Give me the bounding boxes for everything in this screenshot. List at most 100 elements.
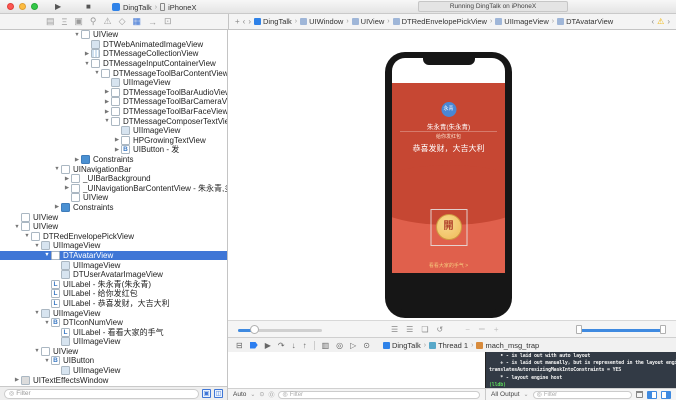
jumpbar-crumb[interactable]: DTRedEnvelopePickView (393, 17, 487, 26)
tree-row[interactable]: ▼ DTAvatarView (0, 251, 227, 261)
tree-row[interactable]: ▼ DTMessageComposerTextView (0, 116, 227, 126)
jumpbar-crumb[interactable]: UIImageView (495, 17, 548, 26)
disclosure-icon[interactable]: ▼ (33, 348, 41, 354)
open-envelope-button[interactable]: 開 (436, 214, 462, 240)
disclosure-icon[interactable]: ▼ (53, 166, 61, 172)
tree-row[interactable]: L UILabel - 恭喜发财，大吉大利 (0, 299, 227, 309)
info-icon[interactable]: ⊙ (259, 391, 264, 398)
issue-navigator-icon[interactable]: ⚠ (103, 16, 111, 27)
flag-icon[interactable]: ⓪ (268, 390, 274, 399)
source-control-navigator-icon[interactable]: Ξ (62, 17, 68, 27)
disclosure-icon[interactable]: ▼ (43, 320, 51, 326)
zoom-window-button[interactable] (31, 3, 38, 10)
simulate-location-icon[interactable]: ▷ (350, 341, 356, 350)
tree-row[interactable]: ▼ DTRedEnvelopePickView (0, 231, 227, 241)
view-spacing-slider-thumb[interactable] (250, 325, 259, 334)
close-window-button[interactable] (7, 3, 14, 10)
step-into-icon[interactable]: ↓ (292, 341, 296, 350)
minimize-window-button[interactable] (19, 3, 26, 10)
step-over-icon[interactable]: ↷ (278, 341, 285, 350)
view-mode-icon[interactable]: ❏ (421, 325, 428, 334)
disclosure-icon[interactable]: ▼ (73, 32, 81, 38)
disclosure-icon[interactable]: ▶ (63, 185, 71, 191)
tree-row[interactable]: ▶ DTMessageToolBarFaceView (0, 107, 227, 117)
disclosure-icon[interactable]: ▼ (33, 310, 41, 316)
tree-row[interactable]: L UILabel - 看看大家的手气 (0, 327, 227, 337)
tree-row[interactable]: UIImageView (0, 126, 227, 136)
disclosure-icon[interactable]: ▼ (43, 358, 51, 364)
console-output[interactable]: • - is laid out with auto layout + - is … (485, 352, 676, 388)
tree-row[interactable]: ▼ DTMessageInputContainerView (0, 59, 227, 69)
tree-row[interactable]: ▼ UIView (0, 222, 227, 232)
tree-row[interactable]: UIImageView (0, 366, 227, 376)
tree-row[interactable]: ▼ UIView (0, 30, 227, 40)
disclosure-icon[interactable]: ▼ (103, 118, 111, 124)
stack-frames-icon[interactable]: ⊙ (363, 341, 370, 350)
disclosure-icon[interactable]: ▶ (63, 176, 71, 182)
scheme-selector[interactable]: DingTalk › iPhoneX (112, 2, 196, 12)
console-filter-input[interactable]: ◎ Filter (533, 391, 632, 399)
tree-row[interactable]: ▶ Constraints (0, 155, 227, 165)
view-debugger-canvas[interactable]: 永青 朱永青(朱永青) 给你发红包 恭喜发财，大吉大利 開 看看大家的手气 > (228, 30, 676, 320)
find-navigator-icon[interactable]: ⚲ (90, 16, 97, 27)
jumpbar-crumb[interactable]: UIWindow (300, 17, 343, 26)
disclosure-icon[interactable]: ▼ (23, 233, 31, 239)
variables-scope-select[interactable]: Auto (233, 391, 246, 398)
show-constraints-icon[interactable]: ☰ (406, 325, 413, 334)
breakpoint-navigator-icon[interactable]: → (148, 17, 157, 27)
tree-row[interactable]: ▶ DTMessageToolBarCameraView (0, 97, 227, 107)
disclosure-icon[interactable]: ▶ (103, 99, 111, 105)
disclosure-icon[interactable]: ▶ (83, 51, 91, 57)
navigator-filter-input[interactable]: ◎ Filter (4, 389, 199, 399)
tree-row[interactable]: ▶ _UINavigationBarContentView - 朱永青,多赞,丰… (0, 184, 227, 194)
reset-viewing-area-icon[interactable]: ↺ (437, 325, 444, 334)
back-button[interactable]: ‹ (243, 17, 246, 26)
tree-row[interactable]: ▼ DTMessageToolBarContentView (0, 68, 227, 78)
disclosure-icon[interactable]: ▼ (93, 70, 101, 76)
tree-row[interactable]: DTWebAnimatedImageView (0, 40, 227, 50)
depth-range-thumb-left[interactable] (576, 325, 582, 334)
step-out-icon[interactable]: ↑ (303, 341, 307, 350)
disclosure-icon[interactable]: ▼ (43, 252, 51, 258)
stop-button[interactable]: ■ (86, 2, 91, 12)
test-navigator-icon[interactable]: ◇ (119, 16, 126, 27)
tree-row[interactable]: ▼ B UIButton (0, 356, 227, 366)
show-views-toggle-icon[interactable]: ▣ (202, 389, 211, 398)
disclosure-icon[interactable]: ▶ (53, 204, 61, 210)
debug-navigator-icon[interactable]: ▦ (132, 16, 141, 27)
tree-row[interactable]: ▶ DTMessageCollectionView (0, 49, 227, 59)
debug-crumb[interactable]: Thread 1 (429, 341, 468, 350)
disclosure-icon[interactable]: ▶ (113, 147, 121, 153)
tree-row[interactable]: UIImageView (0, 337, 227, 347)
show-console-pane-icon[interactable] (661, 391, 671, 399)
depth-range-thumb-right[interactable] (660, 325, 666, 334)
disclosure-icon[interactable]: ▼ (33, 243, 41, 249)
forward-button[interactable]: › (248, 17, 251, 26)
disclosure-icon[interactable]: ▼ (13, 224, 21, 230)
zoom-actual-icon[interactable]: ＝ (478, 324, 486, 335)
show-constraints-toggle-icon[interactable]: ◫ (214, 389, 223, 398)
next-issue-button[interactable]: › (667, 17, 670, 26)
disclosure-icon[interactable]: ▶ (103, 89, 111, 95)
tree-row[interactable]: ▼ UIImageView (0, 308, 227, 318)
symbol-navigator-icon[interactable]: ▣ (74, 16, 83, 27)
debug-crumb[interactable]: mach_msg_trap (476, 341, 539, 350)
jumpbar-crumb[interactable]: DTAvatarView (557, 17, 613, 26)
red-envelope-view[interactable]: 永青 朱永青(朱永青) 给你发红包 恭喜发财，大吉大利 開 看看大家的手气 > (392, 83, 505, 273)
clear-console-icon[interactable] (636, 391, 643, 398)
zoom-out-icon[interactable]: − (465, 325, 470, 334)
disclosure-icon[interactable]: ▼ (83, 61, 91, 67)
tree-row[interactable]: UIView (0, 212, 227, 222)
breakpoints-toggle-icon[interactable] (250, 342, 258, 349)
view-hierarchy-icon[interactable]: ▥ (322, 341, 330, 350)
console-scope-select[interactable]: All Output (491, 391, 520, 398)
tree-row[interactable]: ▼ UIView (0, 347, 227, 357)
prev-issue-button[interactable]: ‹ (651, 17, 654, 26)
disclosure-icon[interactable]: ▶ (73, 157, 81, 163)
variables-view[interactable] (228, 352, 485, 388)
disclosure-icon[interactable]: ▶ (13, 377, 21, 383)
disclosure-icon[interactable]: ▶ (103, 109, 111, 115)
show-clipped-content-icon[interactable]: ☰ (391, 325, 398, 334)
disclosure-icon[interactable]: ▶ (113, 137, 121, 143)
variables-filter-input[interactable]: ◎ Filter (278, 391, 480, 399)
